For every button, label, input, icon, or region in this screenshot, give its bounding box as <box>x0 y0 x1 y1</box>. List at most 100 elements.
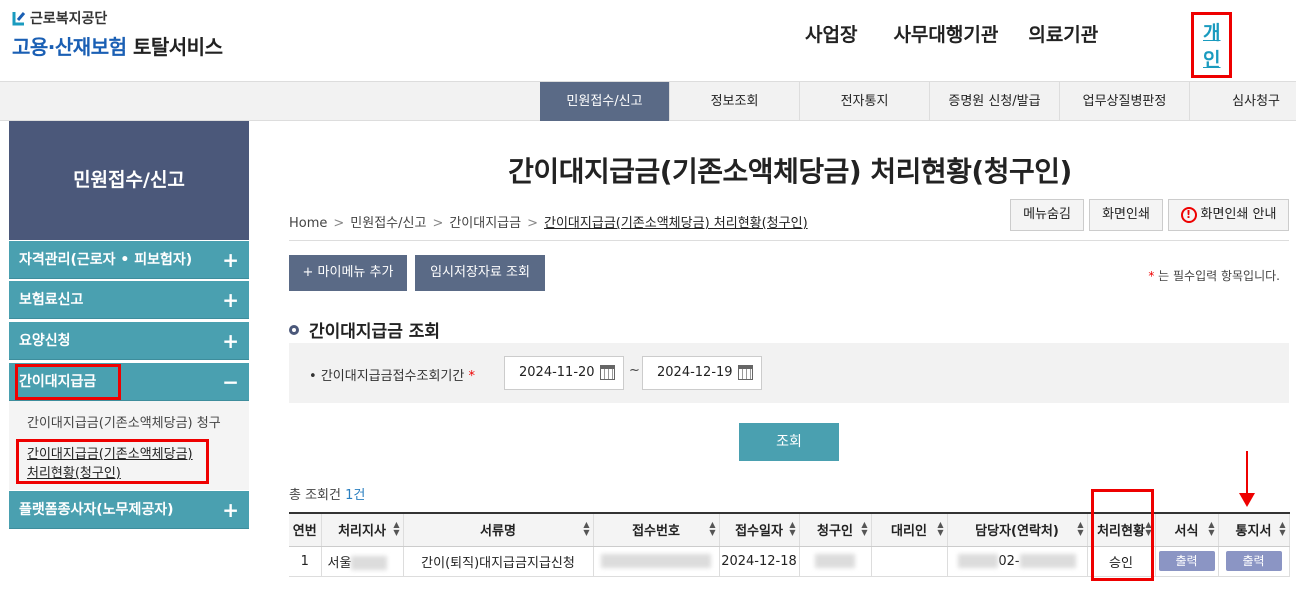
sort-icon[interactable]: ▲ ▼ <box>1279 521 1285 537</box>
notice-print-button[interactable]: 출력 <box>1225 551 1282 571</box>
sidebar-item-medical-care[interactable]: 요양신청 + <box>9 322 249 360</box>
date-to-input[interactable]: 2024-12-19 <box>642 356 762 390</box>
highlight-box <box>15 364 121 400</box>
sidebar-item-platform-worker[interactable]: 플랫폼종사자(노무제공자) + <box>9 491 249 529</box>
sidebar-item-label: 보험료신고 <box>19 292 84 308</box>
form-print-button[interactable]: 출력 <box>1158 551 1215 571</box>
temp-saved-button[interactable]: 임시저장자료 조회 <box>415 255 545 291</box>
col-notice[interactable]: 통지서 ▲ ▼ <box>1218 512 1290 547</box>
nav-personal[interactable]: 개인 <box>1191 12 1233 78</box>
sort-icon[interactable]: ▲ ▼ <box>937 521 943 537</box>
cell-manager: 02- <box>947 546 1088 577</box>
redacted-text <box>815 554 855 568</box>
breadcrumb-civil[interactable]: 민원접수/신고 <box>350 216 426 231</box>
nav-business[interactable]: 사업장 <box>805 20 857 47</box>
divider <box>289 240 1289 241</box>
gnb-review-request[interactable]: 심사청구 <box>1189 82 1296 121</box>
highlight-box <box>16 439 209 484</box>
search-panel: • 간이대지급금접수조회기간 * 2024-11-20 ~ 2024-12-19 <box>289 343 1289 403</box>
sort-icon[interactable]: ▲ ▼ <box>393 521 399 537</box>
col-claimant-label: 청구인 <box>817 524 853 540</box>
search-label-text: 간이대지급금접수조회기간 <box>320 369 465 384</box>
calendar-icon[interactable] <box>738 365 753 380</box>
gnb-e-notice[interactable]: 전자통지 <box>799 82 929 121</box>
org-name: 근로복지공단 <box>30 11 108 27</box>
date-from-input[interactable]: 2024-11-20 <box>504 356 624 390</box>
nav-medical[interactable]: 의료기관 <box>1028 20 1098 47</box>
sidebar-item-label: 플랫폼종사자(노무제공자) <box>19 502 174 518</box>
col-doc[interactable]: 서류명 ▲ ▼ <box>403 512 594 547</box>
col-no[interactable]: 연번 <box>289 512 322 547</box>
logo-mark-icon <box>12 12 26 26</box>
sidebar-item-qualification[interactable]: 자격관리(근로자 • 피보험자) + <box>9 241 249 279</box>
sort-icon[interactable]: ▲ ▼ <box>861 521 867 537</box>
section-title-text: 간이대지급금 조회 <box>309 322 441 342</box>
highlight-box <box>1091 489 1154 581</box>
plus-icon: + <box>222 329 239 353</box>
print-guide-button[interactable]: ! 화면인쇄 안내 <box>1168 199 1289 231</box>
sort-icon[interactable]: ▲ ▼ <box>709 521 715 537</box>
arrow-down-icon <box>1239 451 1255 507</box>
search-button[interactable]: 조회 <box>739 423 839 461</box>
col-form-label: 서식 <box>1174 524 1199 540</box>
col-agent[interactable]: 대리인 ▲ ▼ <box>871 512 948 547</box>
redacted-text <box>958 554 999 568</box>
date-to-value: 2024-12-19 <box>657 365 733 380</box>
plus-icon: + <box>222 288 239 312</box>
breadcrumb-home[interactable]: Home <box>289 216 327 231</box>
gnb-disease-judgment[interactable]: 업무상질병판정 <box>1059 82 1189 121</box>
sort-icon[interactable]: ▲ ▼ <box>1208 521 1214 537</box>
print-screen-button[interactable]: 화면인쇄 <box>1089 199 1163 231</box>
bullet-ring-icon <box>289 325 299 335</box>
cell-receipt-no <box>593 546 720 577</box>
minus-icon: − <box>222 370 239 394</box>
breadcrumb-payment[interactable]: 간이대지급금 <box>449 216 521 231</box>
calendar-icon[interactable] <box>600 365 615 380</box>
cell-no: 1 <box>289 546 322 577</box>
sort-icon[interactable]: ▲ ▼ <box>1077 521 1083 537</box>
required-star: * <box>468 369 475 384</box>
sub-item-claim[interactable]: 간이대지급금(기존소액체당금) 청구 <box>27 412 221 431</box>
redacted-text <box>601 554 711 568</box>
chevron-right-icon: > <box>527 216 539 231</box>
col-receipt-date-label: 접수일자 <box>735 524 783 540</box>
col-receipt-date[interactable]: 접수일자 ▲ ▼ <box>719 512 800 547</box>
page-title: 간이대지급금(기존소액체당금) 처리현황(청구인) <box>508 155 1072 188</box>
col-form[interactable]: 서식 ▲ ▼ <box>1155 512 1219 547</box>
logo[interactable]: 근로복지공단 고용·산재보험 토탈서비스 <box>12 8 223 60</box>
col-receipt-no[interactable]: 접수번호 ▲ ▼ <box>593 512 720 547</box>
add-my-menu-button[interactable]: + 마이메뉴 추가 <box>289 255 407 291</box>
col-branch[interactable]: 처리지사 ▲ ▼ <box>321 512 404 547</box>
date-from-value: 2024-11-20 <box>519 365 595 380</box>
total-count: 총 조회건 1건 <box>289 484 365 503</box>
plus-icon: + <box>222 248 239 272</box>
cell-contact-text: 02- <box>998 553 1020 569</box>
sort-icon[interactable]: ▲ ▼ <box>583 521 589 537</box>
range-separator: ~ <box>629 363 640 378</box>
redacted-text <box>351 556 388 570</box>
cell-receipt-date: 2024-12-18 <box>719 546 800 577</box>
gnb-certificate[interactable]: 증명원 신청/발급 <box>929 82 1059 121</box>
chevron-right-icon: > <box>432 216 444 231</box>
search-label: • 간이대지급금접수조회기간 * <box>309 369 475 384</box>
required-note: * 는 필수입력 항목입니다. <box>1148 267 1280 284</box>
gnb-civil-petition[interactable]: 민원접수/신고 <box>540 82 669 121</box>
nav-agency[interactable]: 사무대행기관 <box>893 20 998 47</box>
sidebar-item-premium[interactable]: 보험료신고 + <box>9 281 249 319</box>
sidebar-title: 민원접수/신고 <box>9 121 249 240</box>
col-doc-label: 서류명 <box>480 524 516 540</box>
hide-menu-button[interactable]: 메뉴숨김 <box>1010 199 1084 231</box>
redacted-text <box>1019 554 1076 568</box>
col-claimant[interactable]: 청구인 ▲ ▼ <box>799 512 872 547</box>
total-count-value: 1건 <box>345 488 366 503</box>
col-manager[interactable]: 담당자(연락처) ▲ ▼ <box>947 512 1088 547</box>
cell-branch: 서울 <box>321 546 404 577</box>
total-label: 총 조회건 <box>289 488 341 503</box>
col-branch-label: 처리지사 <box>338 524 386 540</box>
col-receipt-no-label: 접수번호 <box>632 524 680 540</box>
section-title: 간이대지급금 조회 <box>289 317 440 342</box>
cell-form: 출력 <box>1155 546 1219 577</box>
gnb-info-lookup[interactable]: 정보조회 <box>669 82 799 121</box>
col-notice-label: 통지서 <box>1235 524 1272 540</box>
sort-icon[interactable]: ▲ ▼ <box>789 521 795 537</box>
